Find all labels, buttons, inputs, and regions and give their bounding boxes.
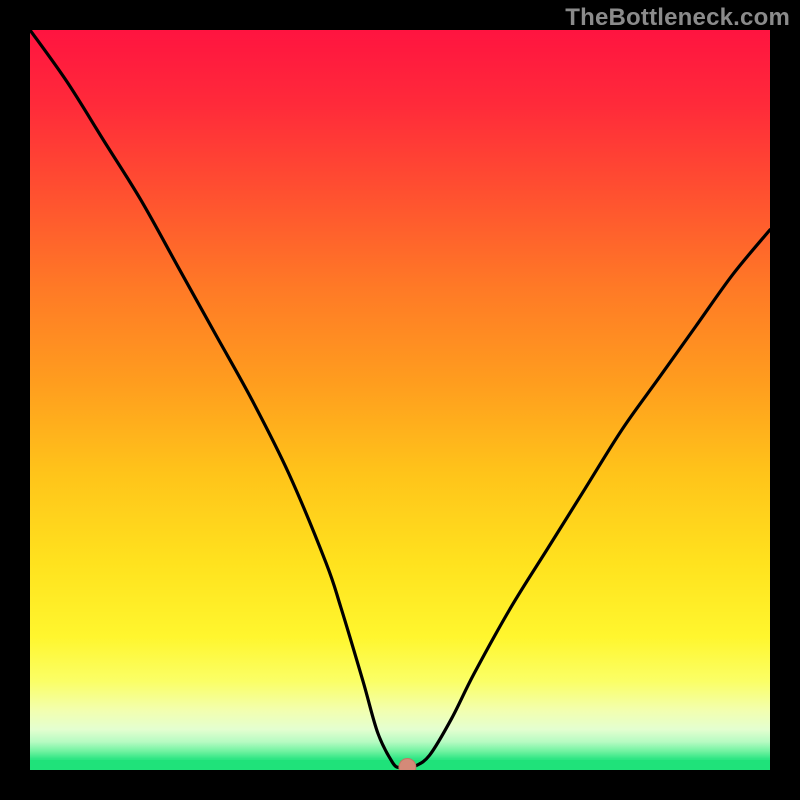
chart-svg: [30, 30, 770, 770]
chart-frame: TheBottleneck.com: [0, 0, 800, 800]
plot-area: [30, 30, 770, 770]
watermark-text: TheBottleneck.com: [565, 4, 790, 32]
gradient-background: [30, 30, 770, 770]
